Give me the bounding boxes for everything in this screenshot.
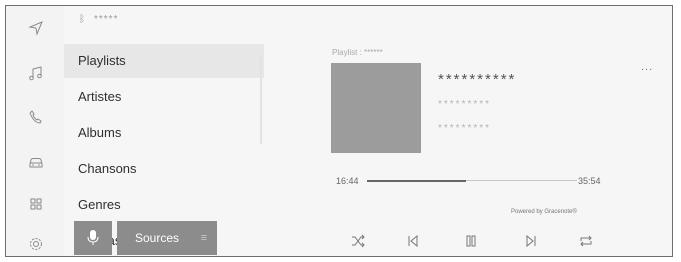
next-icon[interactable]	[524, 234, 538, 248]
menu-icon: ≡	[200, 232, 207, 244]
repeat-icon[interactable]	[579, 234, 593, 248]
total-duration: 35:54	[578, 176, 601, 186]
list-scrollbar[interactable]	[260, 56, 262, 144]
elapsed-time: 16:44	[336, 176, 359, 186]
media-screen: ᛒ ***** Playlists Artistes Albums Chanson…	[5, 5, 673, 257]
track-album: *********	[438, 123, 492, 134]
device-name: *****	[94, 14, 119, 25]
sidebar	[6, 6, 64, 256]
device-indicator: ᛒ *****	[79, 14, 118, 25]
list-item-artists[interactable]: Artistes	[64, 80, 264, 114]
voice-button[interactable]	[74, 221, 112, 255]
music-icon[interactable]	[28, 65, 44, 81]
powered-by-text: Powered by Gracenote®	[511, 209, 577, 215]
car-icon[interactable]	[28, 154, 44, 170]
list-item-albums[interactable]: Albums	[64, 116, 264, 150]
list-item-songs[interactable]: Chansons	[64, 152, 264, 186]
list-item-playlists[interactable]: Playlists	[64, 44, 264, 78]
sources-button[interactable]: Sources ≡	[117, 221, 217, 255]
progress-fill	[367, 179, 466, 182]
phone-icon[interactable]	[28, 109, 44, 125]
playlist-label: Playlist : ******	[332, 48, 383, 57]
track-title: **********	[438, 71, 517, 88]
progress-bar[interactable]	[367, 179, 577, 182]
more-options-button[interactable]: ...	[641, 61, 653, 73]
microphone-icon	[87, 230, 99, 245]
settings-icon[interactable]	[28, 236, 44, 252]
previous-icon[interactable]	[406, 234, 420, 248]
bluetooth-icon: ᛒ	[79, 14, 86, 25]
track-artist: *********	[438, 99, 492, 110]
pause-icon[interactable]	[464, 234, 478, 248]
navigation-icon[interactable]	[28, 20, 44, 36]
sources-label: Sources	[135, 231, 180, 245]
album-art	[331, 63, 421, 153]
list-item-genres[interactable]: Genres	[64, 188, 264, 222]
shuffle-icon[interactable]	[351, 234, 365, 248]
apps-icon[interactable]	[28, 196, 44, 212]
